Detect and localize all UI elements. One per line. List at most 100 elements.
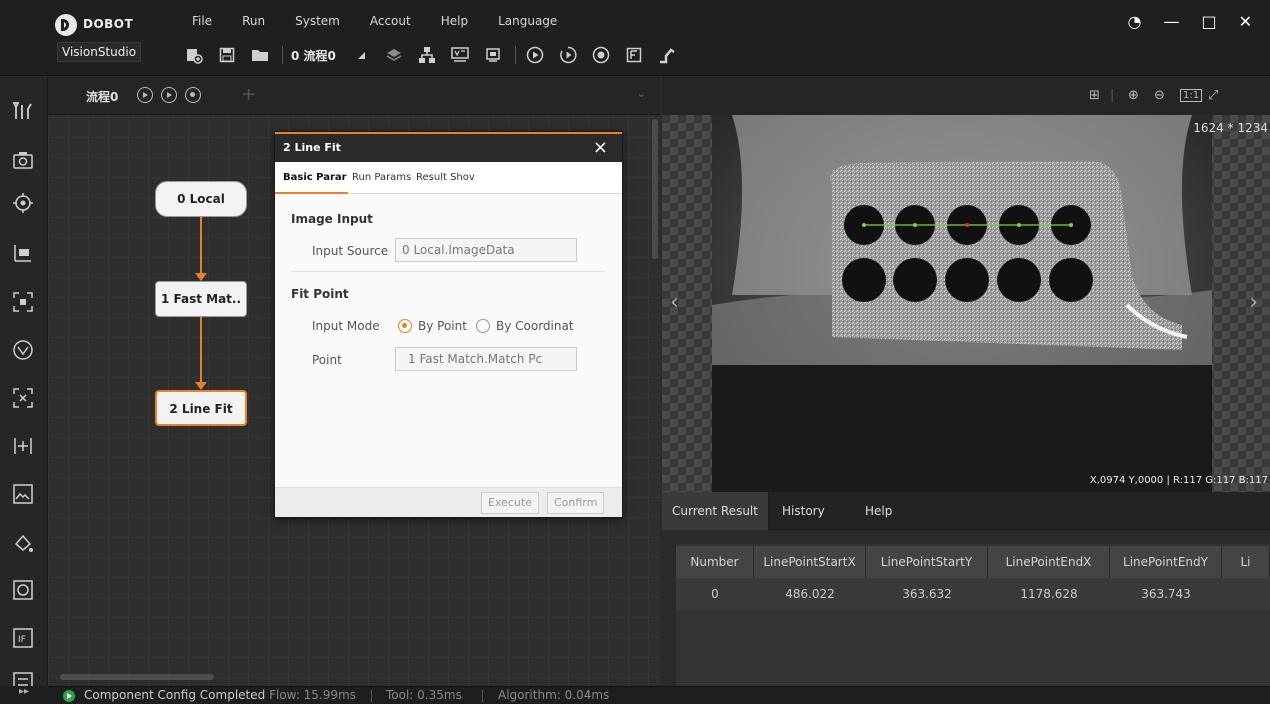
- tab-basic-params[interactable]: Basic Parar: [283, 172, 347, 183]
- locate-icon[interactable]: [10, 190, 36, 216]
- logic-tools-icon[interactable]: [10, 577, 36, 603]
- section-fit-point: Fit Point: [291, 287, 349, 301]
- tab-history[interactable]: History: [772, 492, 835, 530]
- maximize-icon[interactable]: □: [1201, 12, 1216, 31]
- recognize-icon[interactable]: [10, 289, 36, 315]
- defect-detection-icon[interactable]: [10, 385, 36, 411]
- if-condition-icon[interactable]: IF: [10, 625, 36, 651]
- new-solution-icon[interactable]: [183, 44, 205, 66]
- save-icon[interactable]: [216, 44, 238, 66]
- line-fit-dialog: 2 Line Fit × Basic Parar Run Params Resu…: [274, 131, 623, 518]
- column-header: LinePointStartY: [866, 546, 988, 578]
- close-icon[interactable]: ✕: [1239, 12, 1252, 31]
- image-source-tools-icon[interactable]: [10, 97, 36, 123]
- toolbar-divider: [282, 46, 283, 64]
- minimize-icon[interactable]: —: [1163, 12, 1179, 31]
- execute-button[interactable]: Execute: [481, 492, 539, 514]
- tab-current-result[interactable]: Current Result: [662, 492, 769, 530]
- stop-icon[interactable]: [590, 44, 612, 66]
- flow-selector[interactable]: 0 流程0: [291, 47, 336, 64]
- close-icon[interactable]: ×: [593, 137, 608, 158]
- tab-run-params[interactable]: Run Params: [352, 172, 412, 183]
- main-toolbar: 0 流程0: [183, 40, 689, 70]
- table-cell: 486.022: [785, 587, 835, 601]
- image-canvas[interactable]: ‹ › 1624 * 1234 X,0974 Y,0000 | R:117 G:…: [662, 115, 1270, 492]
- menu-account[interactable]: Accout: [370, 14, 411, 28]
- inspection-image: [712, 115, 1212, 492]
- app-logo: DOBOT VisionStudio: [55, 10, 165, 70]
- robot-arm-icon[interactable]: [656, 44, 678, 66]
- active-tab-indicator: [275, 192, 348, 194]
- menu-system[interactable]: System: [295, 14, 340, 28]
- camera-icon[interactable]: [10, 147, 36, 173]
- dialog-header: 2 Line Fit ×: [275, 132, 622, 162]
- menu-language[interactable]: Language: [498, 14, 557, 28]
- run-once-icon[interactable]: [524, 44, 546, 66]
- menu-bar: File Run System Accout Help Language: [192, 14, 587, 28]
- dialog-title: 2 Line Fit: [283, 141, 341, 154]
- flow-node-fast-match[interactable]: 1 Fast Mat..: [155, 281, 247, 317]
- expand-panel-icon[interactable]: ▸▸: [0, 686, 48, 704]
- dobot-logo-icon: [55, 14, 77, 36]
- flow-vertical-scrollbar[interactable]: [652, 119, 658, 259]
- input-source-field[interactable]: 0 Local.ImageData: [395, 238, 577, 262]
- run-loop-icon[interactable]: [557, 44, 579, 66]
- menu-run[interactable]: Run: [242, 14, 265, 28]
- by-point-label[interactable]: By Point: [418, 319, 467, 333]
- flow-stop-icon[interactable]: [185, 87, 201, 103]
- chevron-down-icon[interactable]: ⌄: [637, 87, 646, 100]
- table-row[interactable]: 0 486.022 363.632 1178.628 363.743: [676, 578, 1270, 610]
- flow-run-loop-icon[interactable]: [161, 87, 177, 103]
- next-image-icon[interactable]: ›: [1249, 290, 1258, 315]
- variables-icon[interactable]: [449, 44, 471, 66]
- menu-help[interactable]: Help: [441, 14, 468, 28]
- alignment-icon[interactable]: [10, 433, 36, 459]
- add-flow-icon[interactable]: +: [241, 84, 256, 105]
- tab-help[interactable]: Help: [855, 492, 902, 530]
- tab-result-show[interactable]: Result Shov: [416, 172, 486, 183]
- vision-studio-window: DOBOT VisionStudio File Run System Accou…: [0, 0, 1270, 704]
- flow-tab-flow0[interactable]: 流程0: [86, 88, 118, 105]
- previous-image-icon[interactable]: ‹: [670, 290, 679, 315]
- calibration-icon[interactable]: [10, 337, 36, 363]
- flow-horizontal-scrollbar[interactable]: [60, 674, 214, 680]
- image-toolbar: ⊞ | ⊕ ⊖ 1:1 ⤢: [662, 77, 1270, 115]
- status-divider: [482, 690, 483, 702]
- menu-file[interactable]: File: [192, 14, 212, 28]
- toolbar-divider: |: [1110, 88, 1115, 103]
- flow-node-local[interactable]: 0 Local: [155, 181, 247, 217]
- fit-window-icon[interactable]: ⊞: [1089, 88, 1100, 103]
- zoom-out-icon[interactable]: ⊖: [1154, 88, 1165, 103]
- open-folder-icon[interactable]: [249, 44, 271, 66]
- fullscreen-icon[interactable]: ⤢: [1208, 88, 1218, 103]
- column-header: LinePointEndY: [1110, 546, 1222, 578]
- flow-dropdown-icon[interactable]: [350, 44, 372, 66]
- column-header: LinePointEndX: [988, 546, 1110, 578]
- table-cell: 363.743: [1141, 587, 1191, 601]
- flow-node-line-fit[interactable]: 2 Line Fit: [155, 390, 247, 426]
- color-processing-icon[interactable]: [10, 530, 36, 556]
- input-mode-label: Input Mode: [312, 319, 380, 333]
- window-controls: ◔ — □ ✕: [1128, 12, 1253, 31]
- device-icon[interactable]: [482, 44, 504, 66]
- connector-arrow: [195, 382, 207, 390]
- connector-line: [200, 217, 202, 273]
- zoom-in-icon[interactable]: ⊕: [1128, 88, 1139, 103]
- ui-designer-icon[interactable]: [623, 44, 645, 66]
- table-cell: 1178.628: [1020, 587, 1078, 601]
- network-icon[interactable]: [416, 44, 438, 66]
- measure-icon[interactable]: [10, 240, 36, 266]
- column-header: LinePointStartX: [754, 546, 866, 578]
- flow-run-once-icon[interactable]: [137, 87, 153, 103]
- speed-icon[interactable]: ◔: [1128, 12, 1142, 31]
- confirm-button[interactable]: Confirm: [547, 492, 605, 514]
- layers-icon[interactable]: [383, 44, 405, 66]
- actual-size-icon[interactable]: 1:1: [1180, 89, 1203, 102]
- radio-by-point[interactable]: [398, 319, 412, 333]
- point-label: Point: [312, 353, 342, 367]
- image-processing-icon[interactable]: [10, 481, 36, 507]
- connector-line: [200, 317, 202, 382]
- point-field[interactable]: 1 Fast Match.Match Pc: [395, 347, 577, 371]
- radio-by-coordinate[interactable]: [476, 319, 490, 333]
- by-coordinate-label[interactable]: By Coordinat: [496, 319, 592, 333]
